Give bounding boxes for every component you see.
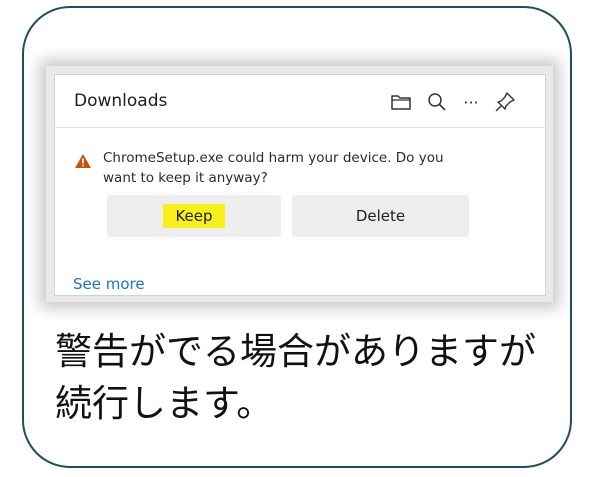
instruction-caption: 警告がでる場合がありますが 続行します。 [55, 326, 555, 430]
warning-message: ChromeSetup.exe could harm your device. … [103, 148, 503, 188]
warning-line-1: ChromeSetup.exe could harm your device. … [103, 150, 444, 166]
warning-icon [74, 153, 92, 174]
delete-button[interactable]: Delete [292, 195, 469, 237]
delete-button-label: Delete [355, 207, 406, 225]
caption-line-2: 続行します。 [55, 382, 274, 425]
more-glyph: ··· [463, 92, 479, 112]
downloads-header: Downloads ··· [55, 75, 545, 128]
warning-line-2: want to keep it anyway? [103, 170, 268, 186]
caption-line-1: 警告がでる場合がありますが [55, 330, 536, 373]
search-icon[interactable] [424, 89, 450, 115]
more-icon[interactable]: ··· [458, 89, 484, 115]
see-more-link[interactable]: See more [73, 275, 145, 293]
keep-button[interactable]: Keep [107, 195, 281, 237]
keep-button-label: Keep [163, 204, 225, 228]
folder-icon[interactable] [388, 89, 414, 115]
downloads-panel: Downloads ··· ChromeSetup.exe could harm… [54, 74, 546, 296]
downloads-title: Downloads [74, 91, 168, 111]
pin-icon[interactable] [492, 89, 518, 115]
